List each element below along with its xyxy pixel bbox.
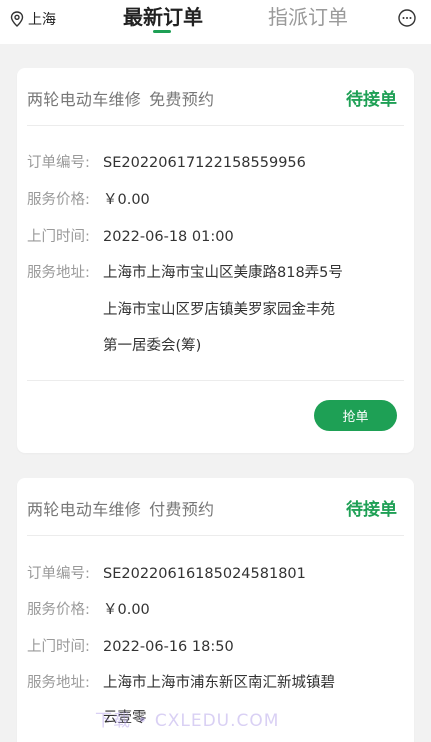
booking-type: 付费预约: [149, 500, 215, 519]
field-label: 上门时间:: [27, 229, 90, 245]
tab-latest-orders[interactable]: 最新订单: [123, 5, 203, 29]
status-badge: 待接单: [346, 90, 397, 110]
tab-assigned-orders[interactable]: 指派订单: [268, 5, 348, 29]
field-label: 订单编号:: [27, 155, 90, 171]
grab-order-button[interactable]: 抢单: [314, 400, 397, 431]
price-value: ￥0.00: [103, 192, 150, 208]
order-card-header: 两轮电动车维修 付费预约 待接单: [27, 478, 404, 536]
booking-type: 免费预约: [149, 90, 215, 109]
field-label: 上门时间:: [27, 639, 90, 655]
price-value: ￥0.00: [103, 602, 150, 618]
divider: [27, 380, 404, 381]
top-nav: 上海 最新订单 指派订单: [0, 0, 431, 44]
visit-time-row: 上门时间: 2022-06-18 01:00: [27, 227, 234, 247]
service-name: 两轮电动车维修: [27, 90, 142, 109]
price-row: 服务价格: ￥0.00: [27, 190, 150, 210]
status-badge: 待接单: [346, 500, 397, 520]
price-row: 服务价格: ￥0.00: [27, 600, 150, 620]
address-line: 上海市宝山区罗店镇美罗家园金丰苑: [103, 302, 335, 318]
watermark: 下载 • CXLEDU.COM: [95, 711, 280, 731]
field-label: 服务价格:: [27, 602, 90, 618]
location-pin-icon: [10, 11, 24, 27]
field-label: 服务价格:: [27, 192, 90, 208]
order-number-row: 订单编号: SE20220617122158559956: [27, 153, 306, 173]
visit-time-row: 上门时间: 2022-06-16 18:50: [27, 637, 234, 657]
order-card-header: 两轮电动车维修 免费预约 待接单: [27, 68, 404, 126]
field-label: 订单编号:: [27, 566, 90, 582]
field-label: 服务地址:: [27, 265, 90, 281]
order-number-value: SE20220617122158559956: [103, 155, 306, 171]
service-name: 两轮电动车维修: [27, 500, 142, 519]
order-number-row: 订单编号: SE20220616185024581801: [27, 564, 306, 584]
field-label: 服务地址:: [27, 675, 90, 691]
address-value: 上海市上海市浦东新区南汇新城镇碧: [103, 675, 335, 691]
order-number-value: SE20220616185024581801: [103, 566, 306, 582]
order-card[interactable]: 两轮电动车维修 免费预约 待接单 订单编号: SE2022061712215855…: [17, 68, 414, 453]
chat-bubble-icon[interactable]: [397, 8, 417, 28]
address-value: 上海市上海市宝山区美康路818弄5号: [103, 265, 343, 281]
visit-time-value: 2022-06-18 01:00: [103, 229, 234, 245]
service-title: 两轮电动车维修 免费预约: [27, 86, 214, 110]
address-row: 服务地址: 上海市上海市浦东新区南汇新城镇碧: [27, 673, 335, 693]
location-label: 上海: [28, 12, 56, 28]
visit-time-value: 2022-06-16 18:50: [103, 639, 234, 655]
order-card[interactable]: 两轮电动车维修 付费预约 待接单 订单编号: SE2022061618502458…: [17, 478, 414, 742]
active-tab-indicator: [153, 30, 171, 33]
address-line: 第一居委会(筹): [103, 338, 202, 354]
location-selector[interactable]: 上海: [10, 9, 56, 29]
address-row: 服务地址: 上海市上海市宝山区美康路818弄5号: [27, 263, 343, 283]
service-title: 两轮电动车维修 付费预约: [27, 496, 214, 520]
